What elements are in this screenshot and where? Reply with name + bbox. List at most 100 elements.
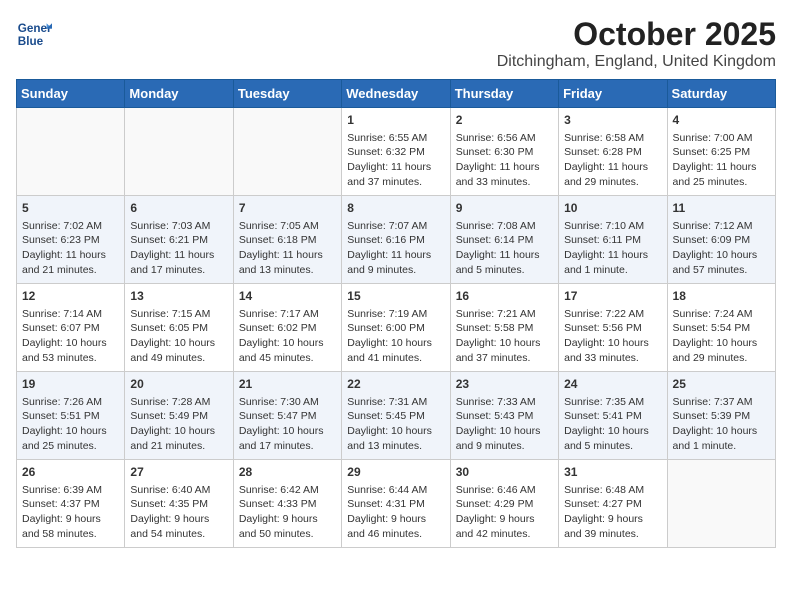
calendar-day-22: 22Sunrise: 7:31 AMSunset: 5:45 PMDayligh… — [342, 372, 450, 460]
calendar-week-row: 5Sunrise: 7:02 AMSunset: 6:23 PMDaylight… — [17, 196, 776, 284]
calendar-day-11: 11Sunrise: 7:12 AMSunset: 6:09 PMDayligh… — [667, 196, 775, 284]
day-info: Sunrise: 6:56 AMSunset: 6:30 PMDaylight:… — [456, 131, 553, 190]
calendar-header-friday: Friday — [559, 80, 667, 108]
calendar-day-19: 19 Sunrise: 7:26 AMSunset: 5:51 PMDayligh… — [17, 372, 125, 460]
calendar-day-29: 29 Sunrise: 6:44 AMSunset: 4:31 PMDayligh… — [342, 460, 450, 548]
day-info: Sunrise: 7:14 AMSunset: 6:07 PMDaylight:… — [22, 307, 119, 366]
day-number: 6 — [130, 200, 227, 217]
day-info: Sunrise: 7:05 AMSunset: 6:18 PMDaylight:… — [239, 219, 336, 278]
calendar-day-2: 2 Sunrise: 6:56 AMSunset: 6:30 PMDaylight… — [450, 108, 558, 196]
page-title: October 2025 — [497, 16, 776, 53]
day-info: Sunrise: 7:26 AMSunset: 5:51 PMDaylight:… — [22, 395, 119, 454]
calendar-day-25: 25Sunrise: 7:37 AMSunset: 5:39 PMDayligh… — [667, 372, 775, 460]
day-number: 13 — [130, 288, 227, 305]
calendar-day-20: 20 Sunrise: 7:28 AMSunset: 5:49 PMDayligh… — [125, 372, 233, 460]
calendar-day-24: 24 Sunrise: 7:35 AMSunset: 5:41 PMDayligh… — [559, 372, 667, 460]
calendar-day-21: 21Sunrise: 7:30 AMSunset: 5:47 PMDayligh… — [233, 372, 341, 460]
calendar-empty-cell — [233, 108, 341, 196]
calendar-day-10: 10 Sunrise: 7:10 AMSunset: 6:11 PMDayligh… — [559, 196, 667, 284]
day-number: 2 — [456, 112, 553, 129]
day-number: 8 — [347, 200, 444, 217]
day-number: 24 — [564, 376, 661, 393]
day-info: Sunrise: 6:58 AMSunset: 6:28 PMDaylight:… — [564, 131, 661, 190]
day-number: 18 — [673, 288, 770, 305]
day-info: Sunrise: 6:39 AMSunset: 4:37 PMDaylight:… — [22, 483, 119, 542]
logo: General Blue General Blue — [16, 16, 52, 52]
calendar-day-31: 31 Sunrise: 6:48 AMSunset: 4:27 PMDayligh… — [559, 460, 667, 548]
calendar-week-row: 12 Sunrise: 7:14 AMSunset: 6:07 PMDayligh… — [17, 284, 776, 372]
day-number: 17 — [564, 288, 661, 305]
day-info: Sunrise: 7:08 AMSunset: 6:14 PMDaylight:… — [456, 219, 553, 278]
day-info: Sunrise: 6:44 AMSunset: 4:31 PMDaylight:… — [347, 483, 444, 542]
day-number: 15 — [347, 288, 444, 305]
calendar-empty-cell — [125, 108, 233, 196]
calendar-day-4: 4 Sunrise: 7:00 AMSunset: 6:25 PMDaylight… — [667, 108, 775, 196]
calendar-day-27: 27 Sunrise: 6:40 AMSunset: 4:35 PMDayligh… — [125, 460, 233, 548]
day-info: Sunrise: 7:03 AMSunset: 6:21 PMDaylight:… — [130, 219, 227, 278]
day-number: 26 — [22, 464, 119, 481]
calendar-day-23: 23 Sunrise: 7:33 AMSunset: 5:43 PMDayligh… — [450, 372, 558, 460]
calendar-table: SundayMondayTuesdayWednesdayThursdayFrid… — [16, 79, 776, 548]
day-info: Sunrise: 7:35 AMSunset: 5:41 PMDaylight:… — [564, 395, 661, 454]
day-info: Sunrise: 7:07 AMSunset: 6:16 PMDaylight:… — [347, 219, 444, 278]
day-number: 1 — [347, 112, 444, 129]
day-number: 4 — [673, 112, 770, 129]
calendar-day-8: 8 Sunrise: 7:07 AMSunset: 6:16 PMDaylight… — [342, 196, 450, 284]
day-number: 7 — [239, 200, 336, 217]
day-info: Sunrise: 7:33 AMSunset: 5:43 PMDaylight:… — [456, 395, 553, 454]
day-info: Sunrise: 7:17 AMSunset: 6:02 PMDaylight:… — [239, 307, 336, 366]
day-number: 19 — [22, 376, 119, 393]
calendar-day-12: 12 Sunrise: 7:14 AMSunset: 6:07 PMDayligh… — [17, 284, 125, 372]
day-number: 9 — [456, 200, 553, 217]
calendar-header-wednesday: Wednesday — [342, 80, 450, 108]
day-info: Sunrise: 6:42 AMSunset: 4:33 PMDaylight:… — [239, 483, 336, 542]
day-number: 16 — [456, 288, 553, 305]
day-number: 23 — [456, 376, 553, 393]
day-info: Sunrise: 7:10 AMSunset: 6:11 PMDaylight:… — [564, 219, 661, 278]
day-info: Sunrise: 6:46 AMSunset: 4:29 PMDaylight:… — [456, 483, 553, 542]
day-number: 5 — [22, 200, 119, 217]
calendar-day-9: 9 Sunrise: 7:08 AMSunset: 6:14 PMDaylight… — [450, 196, 558, 284]
calendar-header-row: SundayMondayTuesdayWednesdayThursdayFrid… — [17, 80, 776, 108]
day-number: 28 — [239, 464, 336, 481]
calendar-day-30: 30Sunrise: 6:46 AMSunset: 4:29 PMDayligh… — [450, 460, 558, 548]
day-number: 31 — [564, 464, 661, 481]
calendar-header-thursday: Thursday — [450, 80, 558, 108]
calendar-day-13: 13 Sunrise: 7:15 AMSunset: 6:05 PMDayligh… — [125, 284, 233, 372]
calendar-empty-cell — [17, 108, 125, 196]
day-info: Sunrise: 6:48 AMSunset: 4:27 PMDaylight:… — [564, 483, 661, 542]
calendar-day-5: 5Sunrise: 7:02 AMSunset: 6:23 PMDaylight… — [17, 196, 125, 284]
day-number: 29 — [347, 464, 444, 481]
calendar-header-monday: Monday — [125, 80, 233, 108]
calendar-day-17: 17 Sunrise: 7:22 AMSunset: 5:56 PMDayligh… — [559, 284, 667, 372]
day-number: 3 — [564, 112, 661, 129]
day-info: Sunrise: 7:30 AMSunset: 5:47 PMDaylight:… — [239, 395, 336, 454]
day-info: Sunrise: 7:22 AMSunset: 5:56 PMDaylight:… — [564, 307, 661, 366]
day-info: Sunrise: 7:15 AMSunset: 6:05 PMDaylight:… — [130, 307, 227, 366]
day-info: Sunrise: 7:37 AMSunset: 5:39 PMDaylight:… — [673, 395, 770, 454]
calendar-day-15: 15 Sunrise: 7:19 AMSunset: 6:00 PMDayligh… — [342, 284, 450, 372]
day-number: 20 — [130, 376, 227, 393]
day-info: Sunrise: 7:19 AMSunset: 6:00 PMDaylight:… — [347, 307, 444, 366]
day-number: 27 — [130, 464, 227, 481]
calendar-day-26: 26 Sunrise: 6:39 AMSunset: 4:37 PMDayligh… — [17, 460, 125, 548]
calendar-day-7: 7 Sunrise: 7:05 AMSunset: 6:18 PMDaylight… — [233, 196, 341, 284]
calendar-day-3: 3 Sunrise: 6:58 AMSunset: 6:28 PMDaylight… — [559, 108, 667, 196]
day-number: 12 — [22, 288, 119, 305]
calendar-day-28: 28 Sunrise: 6:42 AMSunset: 4:33 PMDayligh… — [233, 460, 341, 548]
day-info: Sunrise: 7:28 AMSunset: 5:49 PMDaylight:… — [130, 395, 227, 454]
title-block: October 2025 Ditchingham, England, Unite… — [497, 16, 776, 71]
day-info: Sunrise: 6:40 AMSunset: 4:35 PMDaylight:… — [130, 483, 227, 542]
calendar-day-16: 16 Sunrise: 7:21 AMSunset: 5:58 PMDayligh… — [450, 284, 558, 372]
calendar-week-row: 19 Sunrise: 7:26 AMSunset: 5:51 PMDayligh… — [17, 372, 776, 460]
calendar-header-saturday: Saturday — [667, 80, 775, 108]
calendar-day-18: 18Sunrise: 7:24 AMSunset: 5:54 PMDayligh… — [667, 284, 775, 372]
day-number: 14 — [239, 288, 336, 305]
day-number: 10 — [564, 200, 661, 217]
svg-text:Blue: Blue — [18, 35, 44, 48]
calendar-day-14: 14 Sunrise: 7:17 AMSunset: 6:02 PMDayligh… — [233, 284, 341, 372]
day-info: Sunrise: 7:21 AMSunset: 5:58 PMDaylight:… — [456, 307, 553, 366]
calendar-empty-cell — [667, 460, 775, 548]
day-info: Sunrise: 7:12 AMSunset: 6:09 PMDaylight:… — [673, 219, 770, 278]
day-info: Sunrise: 7:00 AMSunset: 6:25 PMDaylight:… — [673, 131, 770, 190]
